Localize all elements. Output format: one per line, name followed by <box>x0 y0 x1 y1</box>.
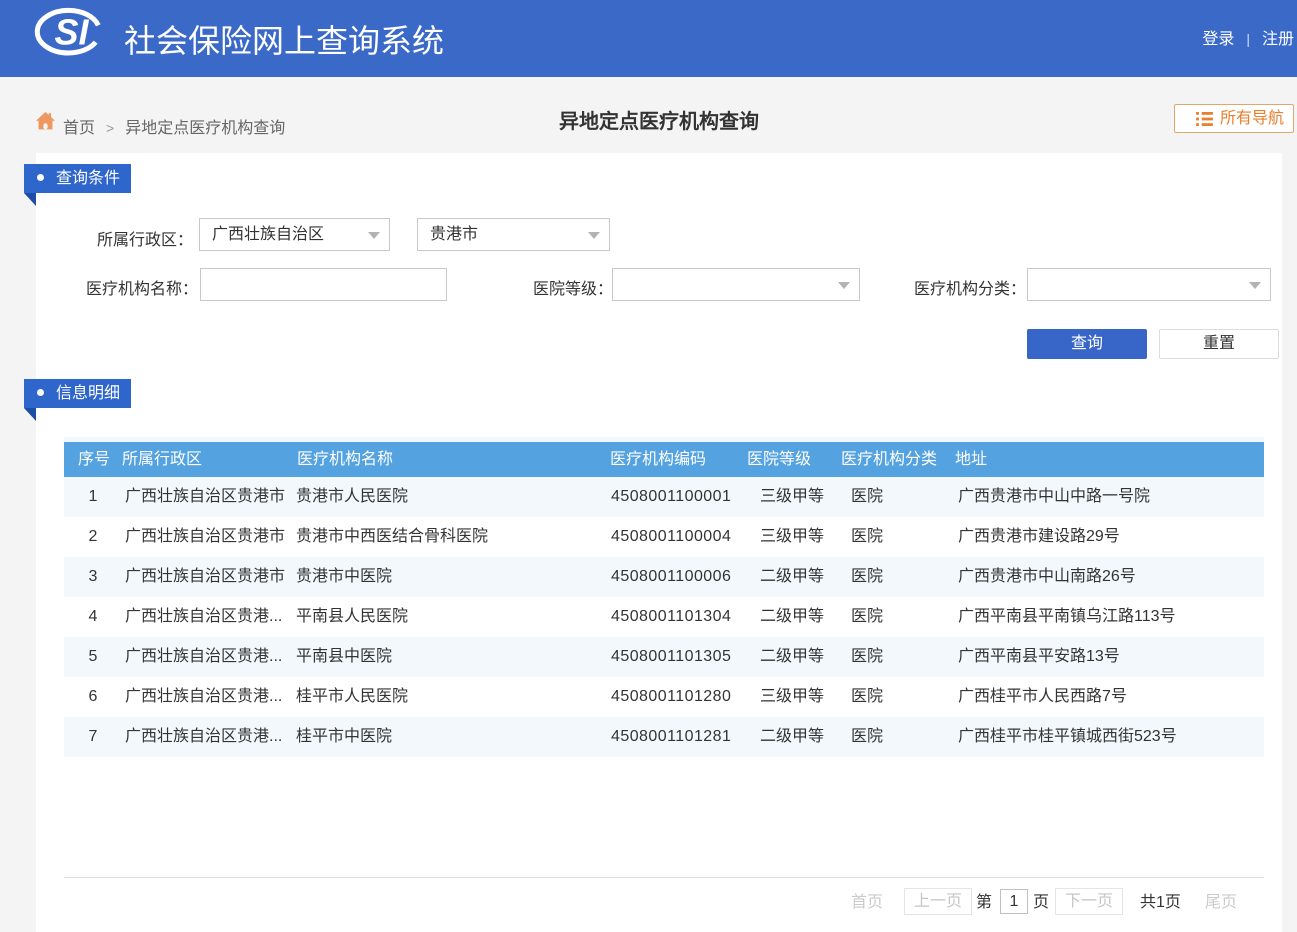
svg-text:SI: SI <box>55 12 90 53</box>
